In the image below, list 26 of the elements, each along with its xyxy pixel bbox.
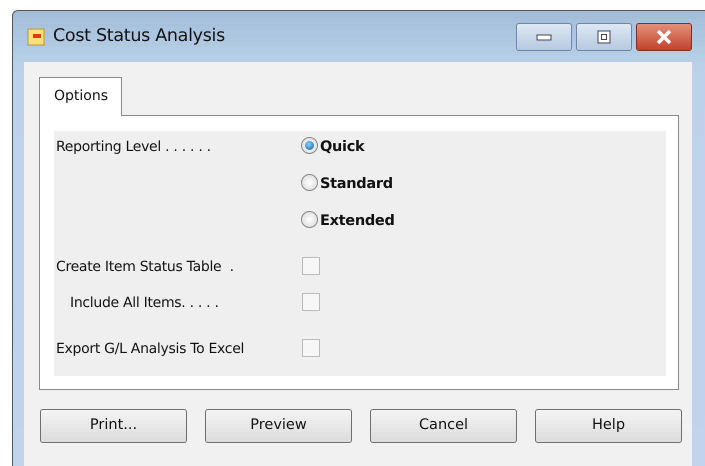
checkbox[interactable] bbox=[302, 339, 320, 357]
radio-button[interactable] bbox=[301, 174, 318, 191]
dialog-button[interactable]: Print... bbox=[40, 409, 187, 443]
option-label: Reporting Level . . . . . . bbox=[56, 138, 212, 157]
window-title: Cost Status Analysis bbox=[53, 25, 225, 48]
radio-label: Extended bbox=[320, 212, 395, 231]
checkbox[interactable] bbox=[302, 257, 320, 275]
checkbox[interactable] bbox=[302, 293, 320, 311]
close-button[interactable] bbox=[636, 22, 692, 50]
window-icon bbox=[27, 28, 45, 46]
option-label: Create Item Status Table . bbox=[56, 258, 235, 277]
option-label: Export G/L Analysis To Excel bbox=[56, 340, 246, 359]
maximize-button[interactable] bbox=[576, 22, 632, 50]
dialog-button[interactable]: Cancel bbox=[370, 409, 517, 443]
dialog-button[interactable]: Preview bbox=[205, 409, 352, 443]
dialog-button[interactable]: Help bbox=[535, 409, 682, 443]
radio-label: Standard bbox=[320, 175, 393, 194]
options-tab[interactable]: Options bbox=[39, 77, 122, 116]
option-label: Include All Items. . . . . bbox=[69, 294, 220, 313]
minimize-icon bbox=[536, 33, 552, 42]
minimize-button[interactable] bbox=[516, 22, 572, 50]
radio-button[interactable] bbox=[301, 211, 318, 228]
radio-button[interactable] bbox=[301, 137, 318, 154]
maximize-icon bbox=[597, 30, 611, 44]
radio-label: Quick bbox=[320, 138, 364, 157]
close-icon bbox=[655, 29, 673, 46]
